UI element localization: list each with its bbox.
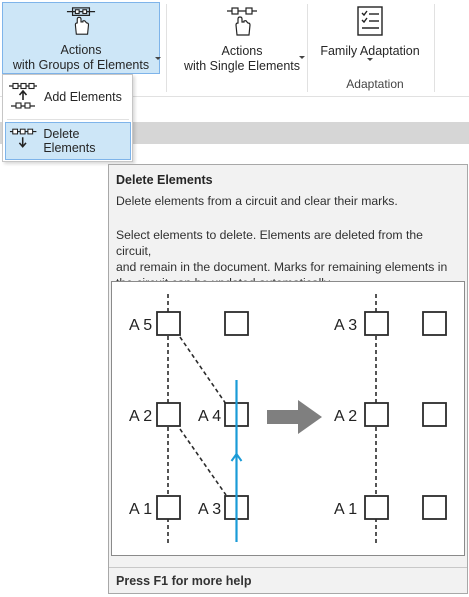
delete-elements-label: Delete Elements bbox=[43, 127, 96, 155]
circuit-connection bbox=[179, 336, 227, 405]
actions-groups-dropdown: Add Elements Delete Elements bbox=[2, 74, 133, 162]
ribbon-separator bbox=[434, 4, 435, 92]
element-box bbox=[422, 495, 447, 520]
tooltip-details-line: and remain in the document. Marks for re… bbox=[116, 260, 448, 274]
element-label: A 2 bbox=[334, 408, 357, 425]
element-box bbox=[364, 495, 389, 520]
element-label: A 2 bbox=[129, 408, 152, 425]
menu-item-delete-elements[interactable]: Delete Elements bbox=[5, 122, 131, 160]
checklist-icon bbox=[357, 6, 383, 36]
element-label: A 1 bbox=[129, 501, 152, 518]
adaptation-group-label: Adaptation bbox=[346, 77, 404, 91]
tooltip-details-line: Select elements to delete. Elements are … bbox=[116, 228, 423, 258]
tooltip-summary: Delete elements from a circuit and clear… bbox=[116, 194, 398, 208]
element-label: A 3 bbox=[198, 501, 221, 518]
transform-arrow-icon bbox=[267, 400, 322, 434]
add-elements-label: Add Elements bbox=[44, 90, 122, 104]
actions-single-line2: with Single Elements bbox=[183, 59, 301, 73]
actions-groups-button[interactable]: Actions with Groups of Elements bbox=[2, 2, 161, 74]
element-box bbox=[156, 311, 181, 336]
chevron-down-icon[interactable] bbox=[367, 58, 373, 61]
single-element-hand-icon bbox=[227, 7, 257, 36]
family-adaptation-label: Family Adaptation bbox=[320, 44, 420, 58]
tooltip-title: Delete Elements bbox=[116, 173, 213, 187]
element-label: A 4 bbox=[198, 408, 221, 425]
ribbon-separator bbox=[307, 4, 308, 92]
add-elements-icon bbox=[9, 82, 37, 109]
element-box bbox=[156, 495, 181, 520]
group-elements-hand-icon bbox=[66, 7, 96, 35]
element-box bbox=[364, 402, 389, 427]
element-label: A 3 bbox=[334, 317, 357, 334]
menu-divider bbox=[7, 119, 129, 120]
element-label: A 5 bbox=[129, 317, 152, 334]
delete-elements-tooltip: Delete Elements Delete elements from a c… bbox=[108, 164, 468, 594]
tooltip-illustration: A 5 A 4 A 2 A 1 A 3 A 3 A 2 A 1 bbox=[111, 281, 465, 556]
delete-elements-diagram: A 5 A 4 A 2 A 1 A 3 A 3 A 2 A 1 bbox=[129, 294, 447, 546]
actions-single-button[interactable]: Actions with Single Elements bbox=[177, 2, 307, 74]
tooltip-help-hint: Press F1 for more help bbox=[116, 574, 252, 588]
ribbon-separator bbox=[166, 4, 167, 92]
chevron-down-icon[interactable] bbox=[299, 56, 305, 59]
actions-groups-line1: Actions bbox=[60, 43, 102, 57]
delete-elements-icon bbox=[9, 128, 37, 148]
chevron-down-icon[interactable] bbox=[155, 57, 161, 60]
element-box bbox=[156, 402, 181, 427]
menu-item-add-elements[interactable]: Add Elements bbox=[5, 78, 131, 116]
element-box bbox=[364, 311, 389, 336]
element-label: A 1 bbox=[334, 501, 357, 518]
element-box bbox=[224, 311, 249, 336]
element-box bbox=[422, 402, 447, 427]
tooltip-divider bbox=[109, 567, 467, 568]
actions-groups-line2: with Groups of Elements bbox=[12, 58, 150, 72]
family-adaptation-button[interactable]: Family Adaptation bbox=[315, 2, 425, 74]
actions-single-line1: Actions bbox=[221, 44, 263, 58]
circuit-connection bbox=[179, 428, 227, 496]
element-box bbox=[422, 311, 447, 336]
